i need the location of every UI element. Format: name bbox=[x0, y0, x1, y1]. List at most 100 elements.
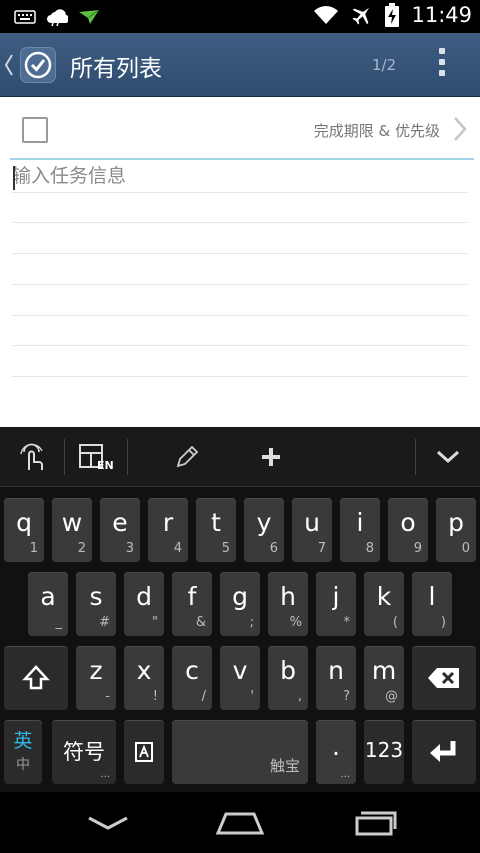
key-y[interactable]: y6 bbox=[244, 498, 284, 562]
key-label: o bbox=[400, 508, 416, 537]
key-label: e bbox=[112, 508, 128, 537]
ruled-line bbox=[12, 315, 467, 316]
key-m[interactable]: m @ bbox=[364, 646, 404, 710]
key-z[interactable]: z- bbox=[76, 646, 116, 710]
key-alt-label: # bbox=[99, 615, 110, 630]
input-mode-key[interactable] bbox=[124, 720, 164, 784]
key-a[interactable]: a _ bbox=[28, 572, 68, 636]
ruled-line bbox=[12, 253, 467, 254]
due-priority-label[interactable]: 完成期限 & 优先级 bbox=[314, 120, 440, 141]
nav-recents-icon[interactable] bbox=[340, 806, 410, 840]
battery-charging-icon bbox=[385, 3, 400, 27]
key-label: t bbox=[211, 508, 221, 537]
key-d[interactable]: d " bbox=[124, 572, 164, 636]
key-label: u bbox=[304, 508, 320, 537]
action-bar: 所有列表 1/2 bbox=[0, 33, 480, 97]
key-alt-label: * bbox=[343, 615, 351, 630]
keyboard-icon bbox=[14, 10, 36, 24]
task-checkbox[interactable] bbox=[22, 117, 48, 143]
key-label: q bbox=[16, 508, 32, 537]
shift-key[interactable] bbox=[4, 646, 68, 710]
key-label: z bbox=[89, 656, 103, 685]
space-label: 触宝 bbox=[269, 757, 300, 775]
key-b[interactable]: b, bbox=[268, 646, 308, 710]
language-switch-key[interactable]: 英 中 bbox=[4, 720, 42, 784]
key-label: i bbox=[356, 508, 364, 537]
key-e[interactable]: e3 bbox=[100, 498, 140, 562]
chevron-right-icon[interactable] bbox=[452, 115, 468, 143]
key-g[interactable]: g; bbox=[220, 572, 260, 636]
more-dots: ... bbox=[100, 769, 110, 780]
ruled-line bbox=[12, 222, 467, 223]
key-alt-label: ) bbox=[440, 615, 446, 630]
key-r[interactable]: r4 bbox=[148, 498, 188, 562]
key-s[interactable]: s # bbox=[76, 572, 116, 636]
key-h[interactable]: h% bbox=[268, 572, 308, 636]
key-u[interactable]: u7 bbox=[292, 498, 332, 562]
key-t[interactable]: t5 bbox=[196, 498, 236, 562]
key-label: s bbox=[89, 582, 103, 611]
key-label: c bbox=[185, 656, 199, 685]
space-key[interactable]: 触宝 bbox=[172, 720, 308, 784]
key-label: h bbox=[280, 582, 296, 611]
backspace-icon bbox=[428, 668, 459, 688]
key-label: r bbox=[162, 508, 174, 537]
numbers-key[interactable]: 123 bbox=[364, 720, 404, 784]
layout-switch-icon[interactable]: EN bbox=[65, 427, 127, 487]
key-c[interactable]: c / bbox=[172, 646, 212, 710]
key-label: w bbox=[61, 508, 83, 537]
key-w[interactable]: w2 bbox=[52, 498, 92, 562]
shift-icon bbox=[22, 665, 50, 690]
text-input-icon bbox=[135, 742, 153, 762]
key-label: j bbox=[332, 582, 340, 611]
key-alt-label: , bbox=[297, 689, 302, 704]
app-checkmark-icon[interactable] bbox=[20, 47, 56, 83]
key-f[interactable]: f & bbox=[172, 572, 212, 636]
gesture-input-icon[interactable] bbox=[0, 427, 64, 487]
page-title[interactable]: 所有列表 bbox=[70, 49, 162, 83]
key-label: v bbox=[232, 656, 248, 685]
key-alt-label: 0 bbox=[461, 541, 470, 556]
key-v[interactable]: v ' bbox=[220, 646, 260, 710]
key-n[interactable]: n? bbox=[316, 646, 356, 710]
more-dots: ... bbox=[340, 769, 350, 780]
key-j[interactable]: j * bbox=[316, 572, 356, 636]
key-label: f bbox=[187, 582, 197, 611]
key-alt-label: " bbox=[152, 615, 158, 630]
key-x[interactable]: x! bbox=[124, 646, 164, 710]
ruled-line bbox=[12, 192, 467, 193]
back-chevron-icon[interactable] bbox=[4, 53, 14, 77]
nav-home-icon[interactable] bbox=[205, 806, 275, 840]
key-label: m bbox=[371, 656, 397, 685]
key-p[interactable]: p0 bbox=[436, 498, 476, 562]
ruled-line bbox=[12, 376, 467, 377]
symbols-key[interactable]: 符号 ... bbox=[52, 720, 116, 784]
key-alt-label: ( bbox=[392, 615, 398, 630]
enter-key[interactable] bbox=[412, 720, 476, 784]
hide-keyboard-icon[interactable] bbox=[416, 427, 480, 487]
key-l[interactable]: l) bbox=[412, 572, 452, 636]
overflow-menu-icon[interactable] bbox=[436, 48, 448, 82]
key-alt-label: ' bbox=[250, 689, 254, 704]
key-o[interactable]: o9 bbox=[388, 498, 428, 562]
key-q[interactable]: q1 bbox=[4, 498, 44, 562]
nav-back-icon[interactable] bbox=[73, 806, 143, 840]
period-label: . bbox=[332, 732, 340, 761]
key-i[interactable]: i8 bbox=[340, 498, 380, 562]
period-key[interactable]: . ... bbox=[316, 720, 356, 784]
key-label: a bbox=[40, 582, 56, 611]
svg-text:EN: EN bbox=[97, 459, 113, 471]
key-alt-label: ; bbox=[249, 615, 254, 630]
handwriting-pen-icon[interactable] bbox=[150, 427, 224, 487]
notification-icon bbox=[79, 9, 100, 24]
key-k[interactable]: k( bbox=[364, 572, 404, 636]
navigation-bar bbox=[0, 792, 480, 853]
weather-icon bbox=[47, 9, 68, 27]
key-label: x bbox=[136, 656, 152, 685]
plus-icon[interactable] bbox=[236, 427, 306, 487]
backspace-key[interactable] bbox=[412, 646, 476, 710]
airplane-mode-icon bbox=[352, 7, 370, 25]
wifi-icon bbox=[314, 6, 339, 24]
key-alt-label: 4 bbox=[173, 541, 182, 556]
task-info-input[interactable] bbox=[12, 163, 468, 189]
